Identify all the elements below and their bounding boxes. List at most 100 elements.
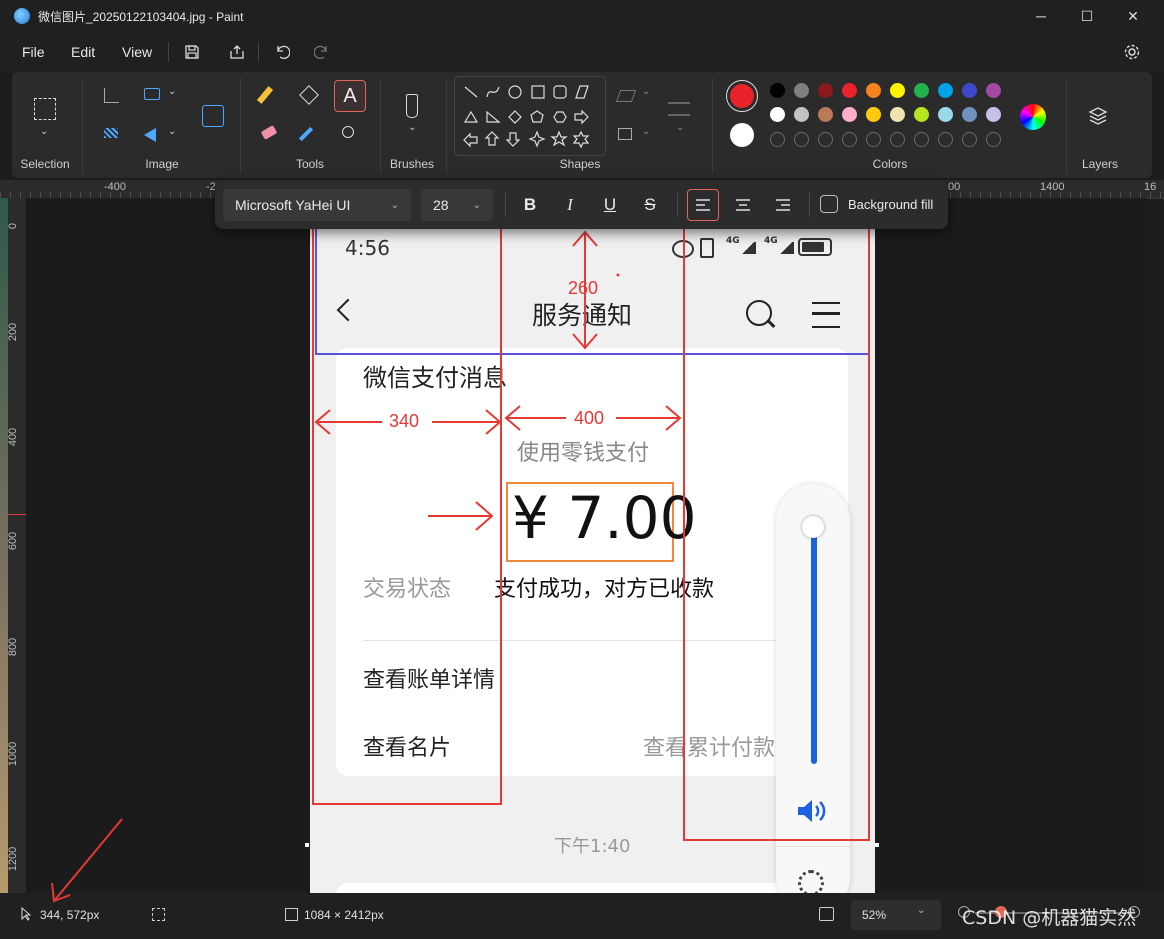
font-size-dropdown[interactable]: 28 ⌄ <box>421 189 493 221</box>
custom-color-slot[interactable] <box>866 132 881 147</box>
fill-bucket-icon[interactable] <box>299 85 319 105</box>
text-tool-button[interactable]: A <box>334 80 366 112</box>
background-fill-checkbox[interactable] <box>820 195 838 213</box>
resize-handle[interactable] <box>875 843 879 847</box>
group-label-layers: Layers <box>1081 157 1119 171</box>
custom-color-slot[interactable] <box>986 132 1001 147</box>
custom-color-slot[interactable] <box>842 132 857 147</box>
palette-color-swatch[interactable] <box>962 107 977 122</box>
image-canvas[interactable]: 4:56 4G 4G 服务通知 微信支付消息 使用零钱支付 ¥ 7.00 交易状… <box>310 198 875 893</box>
menu-view[interactable]: View <box>122 44 152 60</box>
custom-color-slot[interactable] <box>914 132 929 147</box>
line-width-icon[interactable] <box>668 102 690 116</box>
align-right-button[interactable] <box>767 189 799 221</box>
close-button[interactable]: ✕ <box>1110 0 1156 32</box>
palette-color-swatch[interactable] <box>890 107 905 122</box>
group-label-selection: Selection <box>20 157 70 171</box>
crop-icon[interactable] <box>104 88 119 103</box>
chevron-down-icon[interactable]: ⌄ <box>40 126 48 137</box>
menu-file[interactable]: File <box>22 44 45 60</box>
title-bar: 微信图片_20250122103404.jpg - Paint ─ ☐ ✕ <box>0 0 1164 32</box>
brush-icon[interactable] <box>406 94 418 118</box>
custom-color-slot[interactable] <box>794 132 809 147</box>
undo-icon[interactable] <box>268 40 296 64</box>
ruler-label: 400 <box>7 427 20 447</box>
fit-to-window-icon[interactable] <box>819 907 834 921</box>
palette-color-swatch[interactable] <box>866 83 881 98</box>
chevron-down-icon[interactable]: ⌄ <box>642 126 650 137</box>
window-title: 微信图片_20250122103404.jpg - Paint <box>38 10 244 24</box>
annotation-arrows <box>314 230 682 531</box>
maximize-button[interactable]: ☐ <box>1064 0 1110 32</box>
settings-gear-icon[interactable] <box>1118 40 1146 64</box>
text-format-toolbar: Microsoft YaHei UI ⌄ 28 ⌄ B I U S Backgr… <box>215 181 948 229</box>
custom-color-slot[interactable] <box>770 132 785 147</box>
palette-color-swatch[interactable] <box>938 83 953 98</box>
palette-color-swatch[interactable] <box>914 107 929 122</box>
align-center-button[interactable] <box>727 189 759 221</box>
redo-icon[interactable] <box>308 40 336 64</box>
chevron-down-icon[interactable]: ⌄ <box>168 86 176 97</box>
annotation-arrow-status <box>51 818 123 903</box>
resize-icon[interactable] <box>144 88 160 100</box>
palette-color-swatch[interactable] <box>866 107 881 122</box>
shape-fill-icon[interactable] <box>618 128 632 140</box>
cursor-position: 344, 572px <box>40 908 100 922</box>
zoom-dropdown[interactable]: 52% ⌄ <box>851 900 941 930</box>
align-left-button[interactable] <box>687 189 719 221</box>
minimize-button[interactable]: ─ <box>1018 0 1064 32</box>
eraser-icon[interactable] <box>260 125 278 140</box>
palette-color-swatch[interactable] <box>818 83 833 98</box>
color-wheel-icon[interactable] <box>1020 104 1046 130</box>
custom-color-slot[interactable] <box>938 132 953 147</box>
palette-color-swatch[interactable] <box>770 83 785 98</box>
group-label-image: Image <box>145 157 179 171</box>
flip-icon[interactable] <box>144 128 156 142</box>
underline-button[interactable]: U <box>594 189 626 221</box>
primary-color-button[interactable] <box>726 80 758 112</box>
font-family-dropdown[interactable]: Microsoft YaHei UI ⌄ <box>223 189 411 221</box>
canvas-area[interactable]: 4:56 4G 4G 服务通知 微信支付消息 使用零钱支付 ¥ 7.00 交易状… <box>26 198 1146 893</box>
chevron-down-icon[interactable]: ⌄ <box>642 86 650 97</box>
palette-color-swatch[interactable] <box>914 83 929 98</box>
image-ai-icon[interactable] <box>202 105 224 127</box>
palette-color-swatch[interactable] <box>818 107 833 122</box>
ribbon-divider <box>380 78 381 174</box>
toolbar-divider <box>809 193 810 217</box>
layers-icon[interactable] <box>1088 106 1108 126</box>
palette-color-swatch[interactable] <box>842 107 857 122</box>
share-icon[interactable] <box>223 40 251 64</box>
bold-button[interactable]: B <box>514 189 546 221</box>
custom-color-slot[interactable] <box>818 132 833 147</box>
grid-select-icon[interactable] <box>104 128 118 138</box>
selection-icon[interactable] <box>34 98 56 120</box>
palette-color-swatch[interactable] <box>986 83 1001 98</box>
magnifier-icon[interactable] <box>342 126 354 138</box>
color-picker-icon[interactable] <box>298 126 314 142</box>
chevron-down-icon[interactable]: ⌄ <box>168 126 176 137</box>
italic-button[interactable]: I <box>554 189 586 221</box>
shape-outline-icon[interactable] <box>615 90 637 102</box>
pencil-icon[interactable] <box>256 86 274 104</box>
chevron-down-icon[interactable]: ⌄ <box>408 122 416 133</box>
palette-color-swatch[interactable] <box>842 83 857 98</box>
palette-color-swatch[interactable] <box>890 83 905 98</box>
palette-color-swatch[interactable] <box>962 83 977 98</box>
ribbon-toolbar: ⌄ Selection ⌄ ⌄ Image A Tools ⌄ Brushes <box>12 72 1152 178</box>
chevron-down-icon[interactable]: ⌄ <box>676 122 684 133</box>
resize-handle[interactable] <box>305 843 309 847</box>
custom-color-slot[interactable] <box>890 132 905 147</box>
palette-color-swatch[interactable] <box>986 107 1001 122</box>
group-label-shapes: Shapes <box>559 157 601 171</box>
secondary-color-button[interactable] <box>730 123 754 147</box>
save-icon[interactable] <box>178 40 206 64</box>
palette-color-swatch[interactable] <box>770 107 785 122</box>
palette-color-swatch[interactable] <box>938 107 953 122</box>
palette-color-swatch[interactable] <box>794 107 809 122</box>
palette-color-swatch[interactable] <box>794 83 809 98</box>
custom-color-slot[interactable] <box>962 132 977 147</box>
menu-edit[interactable]: Edit <box>71 44 95 60</box>
strikethrough-button[interactable]: S <box>634 189 666 221</box>
shapes-gallery[interactable] <box>454 76 606 156</box>
palette-row-custom <box>770 132 1001 147</box>
